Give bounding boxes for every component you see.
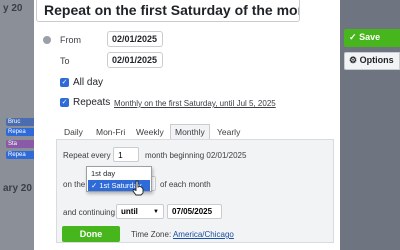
options-button[interactable]: ⚙ Options <box>344 52 400 70</box>
from-date-input[interactable]: 02/01/2025 <box>107 31 163 47</box>
and-continuing-label: and continuing <box>63 208 116 217</box>
event-color-dot[interactable] <box>43 36 51 44</box>
tab-mon-fri[interactable]: Mon-Fri <box>94 124 127 140</box>
timezone-info: Time Zone: America/Chicago <box>131 230 234 239</box>
month-beginning-text: month beginning 02/01/2025 <box>145 151 247 160</box>
tab-weekly[interactable]: Weekly <box>134 124 166 140</box>
of-each-month-text: of each month <box>160 180 211 189</box>
checkmark-icon: ✓ <box>349 32 357 42</box>
background-event-chip: Repea <box>6 151 36 159</box>
repeats-checkbox[interactable]: ✓ <box>60 98 69 107</box>
checkmark-icon: ✓ <box>91 181 98 190</box>
timezone-link[interactable]: America/Chicago <box>173 230 234 239</box>
all-day-label: All day <box>73 77 104 88</box>
continuing-select[interactable]: until ▼ <box>116 204 164 219</box>
background-date-label: y 20 <box>3 3 23 14</box>
repeats-label: Repeats <box>73 97 111 108</box>
timezone-label: Time Zone: <box>131 230 172 239</box>
repeat-every-label: Repeat every <box>63 151 111 160</box>
background-date-label: ary 20 <box>3 183 32 194</box>
repeat-every-input[interactable]: 1 <box>113 147 139 162</box>
event-title-input[interactable]: Repeat on the first Saturday of the mont… <box>36 0 300 22</box>
until-date-input[interactable]: 07/05/2025 <box>167 204 222 219</box>
save-button[interactable]: ✓ Save <box>344 29 400 47</box>
repeat-summary-link[interactable]: Monthly on the first Saturday, until Jul… <box>114 99 276 108</box>
done-button[interactable]: Done <box>62 226 120 242</box>
tab-monthly[interactable]: Monthly <box>170 124 210 139</box>
background-event-chip: Sta <box>6 140 36 148</box>
dropdown-option[interactable]: 1st day <box>88 168 150 179</box>
background-event-chip: Repea <box>6 128 36 136</box>
all-day-checkbox[interactable]: ✓ <box>60 78 69 87</box>
chevron-down-icon: ▼ <box>153 209 159 215</box>
tab-daily[interactable]: Daily <box>62 124 85 140</box>
tab-yearly[interactable]: Yearly <box>215 124 242 140</box>
to-label: To <box>60 56 70 66</box>
gear-icon: ⚙ <box>349 55 358 65</box>
from-label: From <box>60 35 81 45</box>
on-the-label: on the <box>63 180 86 189</box>
hand-cursor-icon <box>132 180 144 196</box>
to-date-input[interactable]: 02/01/2025 <box>107 52 163 68</box>
background-event-chip: Bruc <box>6 118 36 126</box>
